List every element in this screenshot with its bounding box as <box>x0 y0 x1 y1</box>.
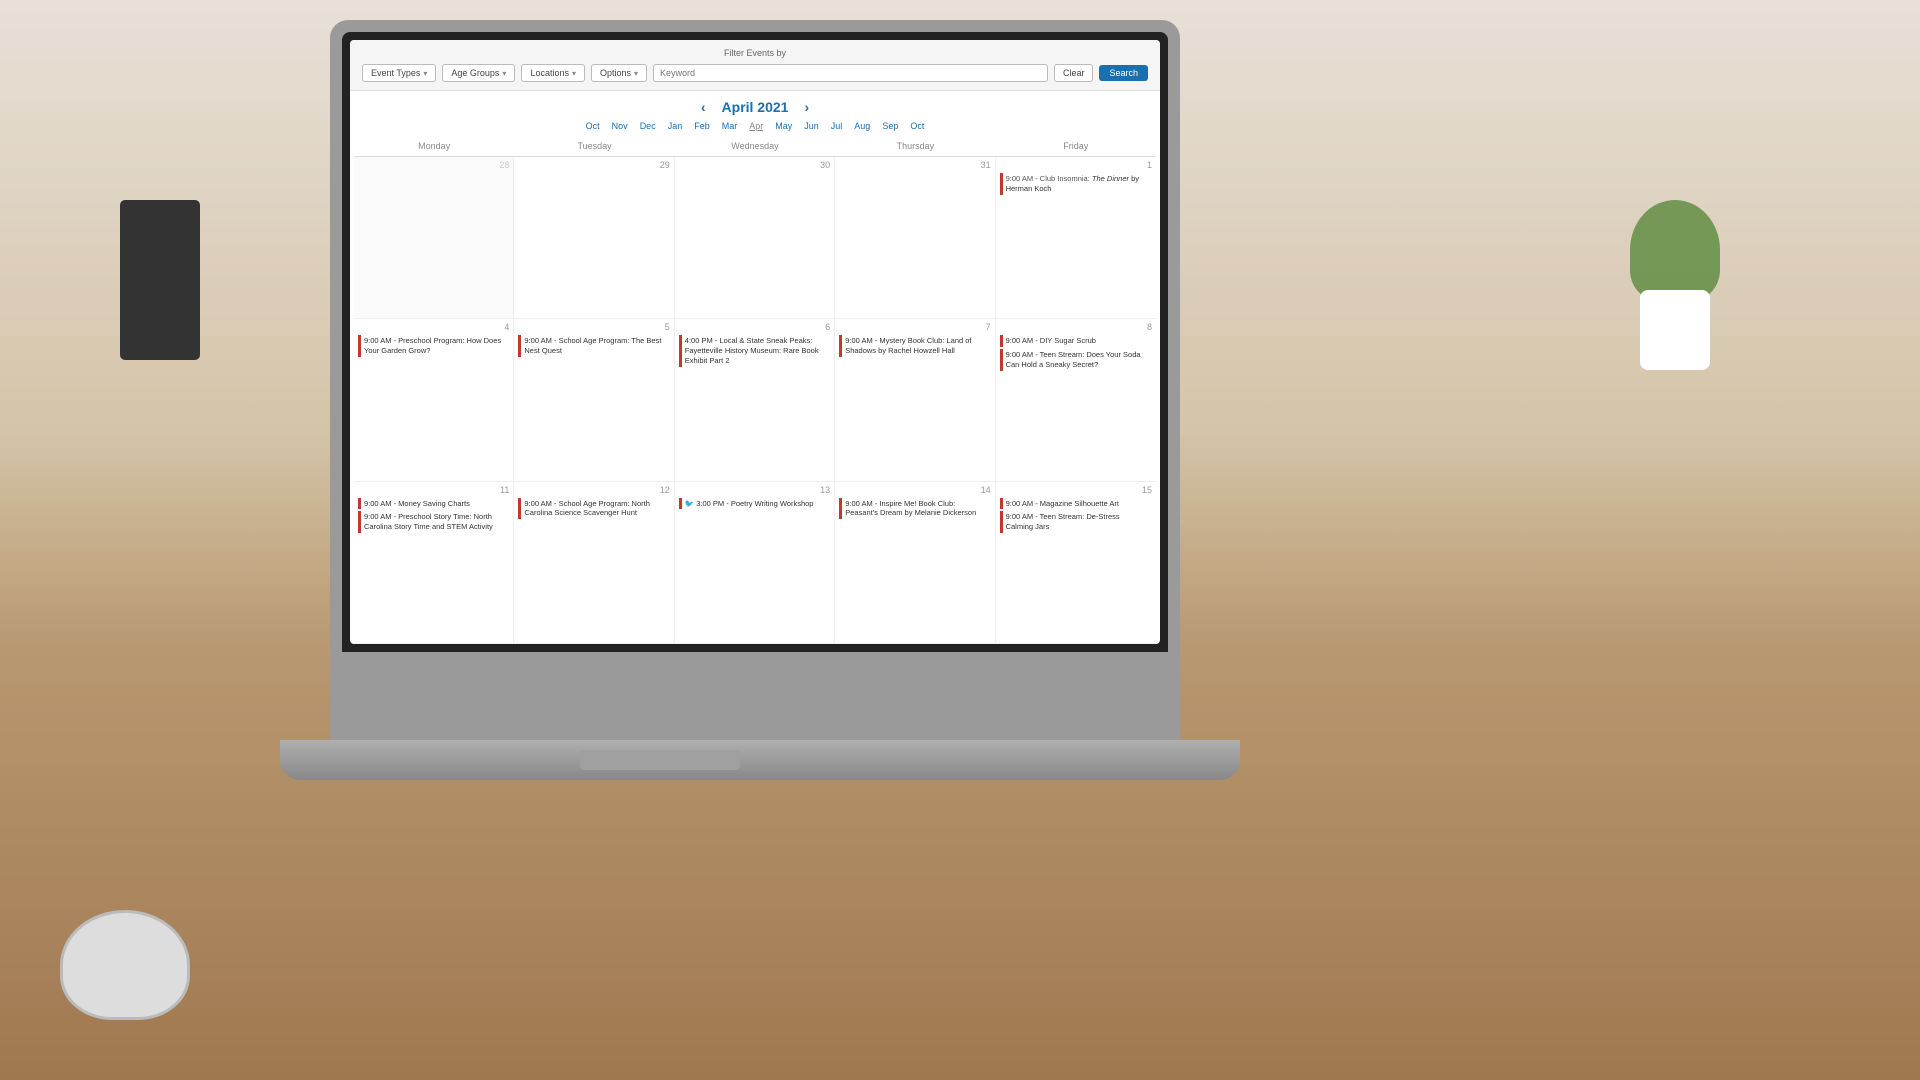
day-cell[interactable]: 11 9:00 AM - Money Saving Charts 9:00 AM… <box>354 482 514 643</box>
keyword-input[interactable] <box>653 64 1048 82</box>
month-title: April 2021 <box>722 99 789 115</box>
month-link-oct2[interactable]: Oct <box>910 121 924 131</box>
laptop-base <box>280 740 1240 780</box>
month-link-feb[interactable]: Feb <box>694 121 710 131</box>
event[interactable]: 9:00 AM - Magazine Silhouette Art <box>1000 498 1152 510</box>
month-navigation: ‹ April 2021 › <box>701 99 809 115</box>
event[interactable]: 9:00 AM - Money Saving Charts <box>358 498 509 510</box>
month-link-may[interactable]: May <box>775 121 792 131</box>
month-list: Oct Nov Dec Jan Feb Mar Apr May Jun Jul … <box>586 121 925 131</box>
laptop-trackpad <box>580 750 740 770</box>
filter-bar: Filter Events by Event Types ▾ Age Group… <box>350 40 1160 91</box>
day-cell[interactable]: 6 4:00 PM - Local & State Sneak Peaks: F… <box>675 319 835 480</box>
day-headers: Monday Tuesday Wednesday Thursday Friday <box>354 139 1156 157</box>
event[interactable]: 9:00 AM - Preschool Story Time: North Ca… <box>358 511 509 533</box>
day-cell[interactable]: 7 9:00 AM - Mystery Book Club: Land of S… <box>835 319 995 480</box>
filter-controls: Event Types ▾ Age Groups ▾ Locations ▾ <box>362 64 1148 82</box>
day-cell[interactable]: 4 9:00 AM - Preschool Program: How Does … <box>354 319 514 480</box>
day-header-friday: Friday <box>996 139 1156 153</box>
week-row: 4 9:00 AM - Preschool Program: How Does … <box>354 319 1156 481</box>
day-cell[interactable]: 14 9:00 AM - Inspire Me! Book Club: Peas… <box>835 482 995 643</box>
chevron-down-icon: ▾ <box>423 69 427 78</box>
event[interactable]: 9:00 AM - Mystery Book Club: Land of Sha… <box>839 335 990 357</box>
month-link-mar[interactable]: Mar <box>722 121 738 131</box>
filter-title: Filter Events by <box>362 48 1148 58</box>
day-cell[interactable]: 12 9:00 AM - School Age Program: North C… <box>514 482 674 643</box>
day-cell[interactable]: 8 9:00 AM - DIY Sugar Scrub 9:00 AM - Te… <box>996 319 1156 480</box>
event[interactable]: 9:00 AM - School Age Program: The Best N… <box>518 335 669 357</box>
chevron-down-icon: ▾ <box>502 69 506 78</box>
event[interactable]: 9:00 AM - Teen Stream: De-Stress Calming… <box>1000 511 1152 533</box>
month-link-dec[interactable]: Dec <box>640 121 656 131</box>
weeks-container: 28 29 30 31 1 <box>354 157 1156 644</box>
calendar-app: Filter Events by Event Types ▾ Age Group… <box>350 40 1160 644</box>
day-cell[interactable]: 31 <box>835 157 995 318</box>
event[interactable]: 4:00 PM - Local & State Sneak Peaks: Fay… <box>679 335 830 366</box>
month-link-jan[interactable]: Jan <box>668 121 683 131</box>
event[interactable]: 9:00 AM - Club Insomnia: The Dinner by H… <box>1000 173 1152 195</box>
coffee-cup <box>60 910 190 1020</box>
day-cell[interactable]: 1 9:00 AM - Club Insomnia: The Dinner by… <box>996 157 1156 318</box>
month-link-sep[interactable]: Sep <box>882 121 898 131</box>
day-header-wednesday: Wednesday <box>675 139 835 153</box>
event[interactable]: 🐦 3:00 PM - Poetry Writing Workshop <box>679 498 830 510</box>
event[interactable]: 9:00 AM - Teen Stream: Does Your Soda Ca… <box>1000 349 1152 371</box>
day-cell[interactable]: 13 🐦 3:00 PM - Poetry Writing Workshop <box>675 482 835 643</box>
prev-month-button[interactable]: ‹ <box>701 99 706 115</box>
week-row: 28 29 30 31 1 <box>354 157 1156 319</box>
month-link-nov[interactable]: Nov <box>612 121 628 131</box>
clear-button[interactable]: Clear <box>1054 64 1094 82</box>
succulent-plant <box>1630 200 1720 300</box>
month-link-aug[interactable]: Aug <box>854 121 870 131</box>
search-button[interactable]: Search <box>1099 65 1148 81</box>
day-cell[interactable]: 29 <box>514 157 674 318</box>
day-cell[interactable]: 5 9:00 AM - School Age Program: The Best… <box>514 319 674 480</box>
event[interactable]: 9:00 AM - School Age Program: North Caro… <box>518 498 669 520</box>
calendar-grid: Monday Tuesday Wednesday Thursday Friday… <box>350 139 1160 644</box>
pencil-cup <box>120 200 200 360</box>
month-link-jul[interactable]: Jul <box>831 121 843 131</box>
day-header-monday: Monday <box>354 139 514 153</box>
laptop-body: Filter Events by Event Types ▾ Age Group… <box>330 20 1180 740</box>
screen-bezel: Filter Events by Event Types ▾ Age Group… <box>342 32 1168 652</box>
options-button[interactable]: Options ▾ <box>591 64 647 82</box>
month-link-jun[interactable]: Jun <box>804 121 819 131</box>
chevron-down-icon: ▾ <box>572 69 576 78</box>
week-row: 11 9:00 AM - Money Saving Charts 9:00 AM… <box>354 482 1156 644</box>
day-cell[interactable]: 28 <box>354 157 514 318</box>
month-link-oct1[interactable]: Oct <box>586 121 600 131</box>
locations-button[interactable]: Locations ▾ <box>521 64 585 82</box>
event[interactable]: 9:00 AM - DIY Sugar Scrub <box>1000 335 1152 347</box>
day-header-tuesday: Tuesday <box>514 139 674 153</box>
chevron-down-icon: ▾ <box>634 69 638 78</box>
next-month-button[interactable]: › <box>804 99 809 115</box>
day-cell[interactable]: 30 <box>675 157 835 318</box>
month-link-apr[interactable]: Apr <box>749 121 763 131</box>
event[interactable]: 9:00 AM - Inspire Me! Book Club: Peasant… <box>839 498 990 520</box>
laptop-screen: Filter Events by Event Types ▾ Age Group… <box>350 40 1160 644</box>
plant-pot <box>1640 290 1710 370</box>
calendar-header: ‹ April 2021 › Oct Nov Dec Jan Feb Mar A… <box>350 91 1160 139</box>
day-cell[interactable]: 15 9:00 AM - Magazine Silhouette Art 9:0… <box>996 482 1156 643</box>
event[interactable]: 9:00 AM - Preschool Program: How Does Yo… <box>358 335 509 357</box>
event-types-button[interactable]: Event Types ▾ <box>362 64 436 82</box>
age-groups-button[interactable]: Age Groups ▾ <box>442 64 515 82</box>
day-header-thursday: Thursday <box>835 139 995 153</box>
